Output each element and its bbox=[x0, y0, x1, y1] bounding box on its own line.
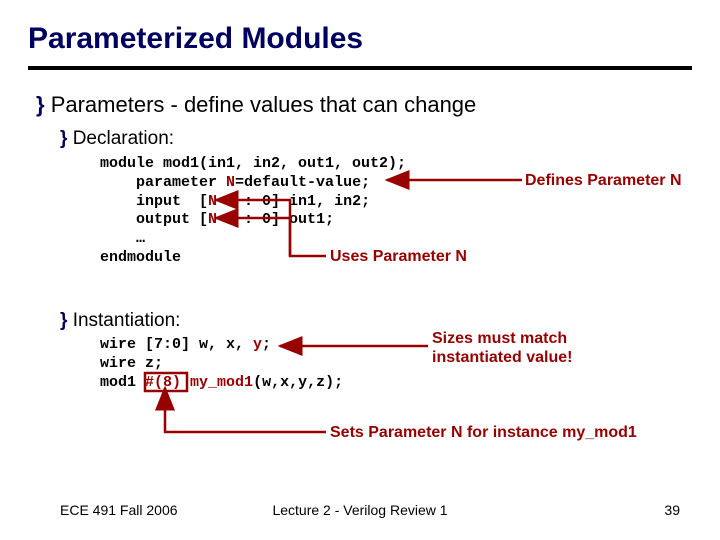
bullet-instantiation-text: Instantiation: bbox=[73, 310, 181, 331]
code-line: -1 : 0] in1, in2; bbox=[217, 193, 370, 210]
slide: Parameterized Modules } Parameters - def… bbox=[0, 0, 720, 540]
code-line: (w,x,y,z); bbox=[253, 374, 343, 391]
code-line: output [ bbox=[100, 211, 208, 228]
footer-center: Lecture 2 - Verilog Review 1 bbox=[0, 502, 720, 518]
code-line: wire z; bbox=[100, 355, 163, 372]
bullet-declaration-text: Declaration: bbox=[73, 128, 174, 149]
bullet-icon: } bbox=[60, 128, 67, 149]
code-line: =default-value; bbox=[235, 174, 370, 191]
code-param-value: #(8) bbox=[145, 374, 181, 391]
bullet-instantiation: } Instantiation: bbox=[60, 310, 180, 332]
code-line: mod1 bbox=[100, 374, 145, 391]
title-rule bbox=[28, 66, 692, 70]
code-line: module mod1(in1, in2, out1, out2); bbox=[100, 155, 406, 172]
code-param-n: N bbox=[208, 211, 217, 228]
annotation-uses: Uses Parameter N bbox=[330, 248, 467, 266]
annotation-arrows bbox=[0, 0, 720, 540]
slide-title: Parameterized Modules bbox=[28, 22, 363, 56]
code-line bbox=[181, 374, 190, 391]
annotation-sets: Sets Parameter N for instance my_mod1 bbox=[330, 424, 637, 442]
bullet-main-text: Parameters - define values that can chan… bbox=[51, 92, 477, 117]
annotation-sizes-a: Sizes must match bbox=[432, 330, 567, 348]
code-line: endmodule bbox=[100, 249, 181, 266]
code-line: input [ bbox=[100, 193, 208, 210]
code-param-n: N bbox=[226, 174, 235, 191]
code-line: parameter bbox=[100, 174, 226, 191]
code-wire-y: y bbox=[253, 336, 262, 353]
bullet-icon: } bbox=[36, 92, 45, 117]
annotation-defines: Defines Parameter N bbox=[525, 172, 682, 190]
code-instantiation: wire [7:0] w, x, y; wire z; mod1 #(8) my… bbox=[100, 336, 343, 392]
code-line: … bbox=[100, 230, 145, 247]
code-param-n: N bbox=[208, 193, 217, 210]
code-instance-name: my_mod1 bbox=[190, 374, 253, 391]
bullet-main: } Parameters - define values that can ch… bbox=[36, 92, 476, 118]
code-line: wire [7:0] w, x, bbox=[100, 336, 253, 353]
code-line: -1 : 0] out1; bbox=[217, 211, 334, 228]
code-line: ; bbox=[262, 336, 271, 353]
annotation-sizes-b: instantiated value! bbox=[432, 349, 572, 367]
bullet-icon: } bbox=[60, 310, 67, 331]
footer-page-number: 39 bbox=[664, 502, 680, 518]
arrow-sets bbox=[165, 388, 326, 432]
bullet-declaration: } Declaration: bbox=[60, 128, 174, 150]
